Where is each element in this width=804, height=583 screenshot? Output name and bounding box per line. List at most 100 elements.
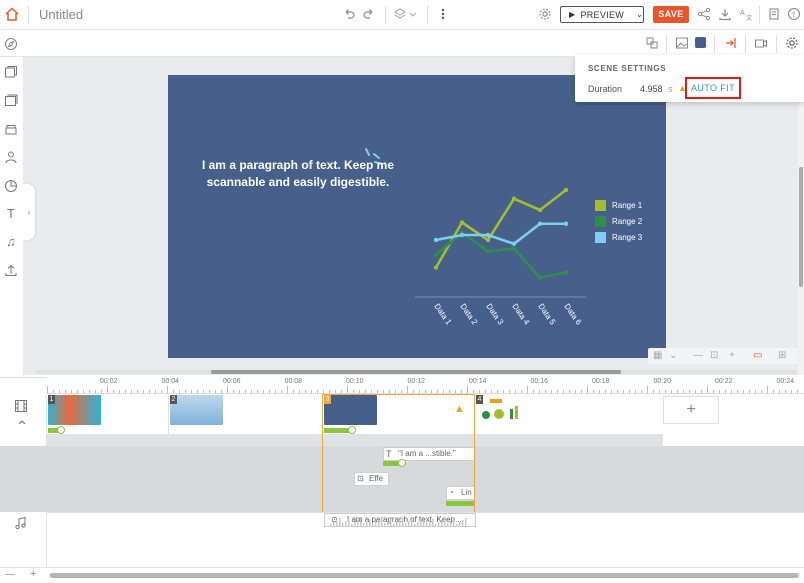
auto-fit-button[interactable]: AUTO FIT bbox=[685, 77, 741, 99]
element-duration-bar[interactable] bbox=[446, 501, 475, 506]
help-icon[interactable]: ? bbox=[787, 7, 801, 21]
grid-lines-icon[interactable]: ⊞ bbox=[778, 350, 792, 362]
upload-icon[interactable] bbox=[4, 263, 18, 277]
zoom-in-icon[interactable]: + bbox=[729, 350, 739, 362]
data-point-2-1[interactable] bbox=[433, 252, 439, 258]
props-icon[interactable] bbox=[4, 122, 18, 136]
background-color-swatch[interactable] bbox=[695, 37, 706, 48]
duration-handle[interactable] bbox=[398, 459, 406, 467]
video-camera-icon[interactable] bbox=[754, 36, 768, 50]
data-point-1-1[interactable] bbox=[433, 265, 439, 270]
scene-thumbnail[interactable] bbox=[324, 395, 377, 425]
horizontal-scrollbar[interactable] bbox=[36, 370, 796, 374]
background-library-icon[interactable] bbox=[4, 65, 18, 79]
ruler-tick bbox=[89, 390, 90, 393]
data-point-2-5[interactable] bbox=[537, 275, 543, 280]
share-icon[interactable] bbox=[697, 7, 711, 21]
ruler-tick bbox=[233, 390, 234, 393]
ruler-tick bbox=[317, 390, 318, 393]
grid-view-icon[interactable]: ▦ bbox=[653, 350, 667, 362]
timeline-scrollbar[interactable] bbox=[50, 573, 800, 578]
effect-element-clip[interactable]: ⊡ Effe bbox=[354, 472, 389, 486]
translate-icon[interactable]: A文 bbox=[739, 7, 753, 21]
ruler-tick bbox=[479, 390, 480, 393]
fit-screen-icon[interactable]: ⊡ bbox=[710, 350, 722, 362]
waveform-bar bbox=[456, 524, 458, 526]
chevron-down-icon[interactable] bbox=[408, 7, 418, 21]
data-point-3-4[interactable] bbox=[511, 241, 517, 246]
add-scene-button[interactable]: + bbox=[663, 396, 719, 424]
preview-button[interactable]: ▶ PREVIEW ⌄ bbox=[560, 6, 644, 23]
notes-icon[interactable] bbox=[767, 7, 781, 21]
crop-icon[interactable] bbox=[645, 36, 659, 50]
safe-area-icon[interactable]: ▭ bbox=[753, 350, 767, 362]
data-point-1-4[interactable] bbox=[511, 196, 517, 201]
chevron-down-icon[interactable]: ⌄ bbox=[669, 350, 679, 362]
image-icon[interactable] bbox=[675, 36, 689, 50]
data-point-3-5[interactable] bbox=[537, 221, 543, 226]
legend-item-2: Range 2 bbox=[595, 213, 642, 229]
ruler-tick bbox=[377, 390, 378, 393]
vertical-scrollbar[interactable] bbox=[798, 57, 804, 375]
data-point-1-5[interactable] bbox=[537, 207, 543, 213]
ruler-label: 00:04 bbox=[161, 378, 180, 385]
ruler-tick bbox=[221, 390, 222, 393]
data-point-1-3[interactable] bbox=[485, 237, 491, 243]
duration-handle[interactable] bbox=[57, 426, 65, 434]
scrollbar-thumb[interactable] bbox=[50, 573, 798, 578]
duration-input[interactable]: 4.958 bbox=[640, 84, 663, 94]
download-icon[interactable] bbox=[718, 7, 732, 21]
data-point-3-1[interactable] bbox=[433, 237, 439, 243]
data-point-3-2[interactable] bbox=[459, 232, 465, 238]
data-point-2-6[interactable] bbox=[563, 270, 569, 275]
ruler-tick bbox=[539, 390, 540, 393]
waveform-bar bbox=[426, 523, 428, 526]
scrollbar-thumb[interactable] bbox=[211, 370, 621, 374]
data-point-3-3[interactable] bbox=[485, 232, 491, 238]
scrollbar-thumb[interactable] bbox=[799, 167, 803, 287]
zoom-out-icon[interactable]: — bbox=[693, 350, 703, 362]
more-vertical-icon[interactable] bbox=[436, 7, 450, 21]
data-point-2-3[interactable] bbox=[485, 249, 491, 254]
waveform-bar bbox=[444, 518, 446, 526]
scene-thumbnail[interactable] bbox=[170, 395, 223, 425]
ruler-tick bbox=[197, 390, 198, 393]
scene-paragraph-text[interactable]: I am a paragraph of text. Keep me scanna… bbox=[198, 157, 398, 191]
save-button[interactable]: SAVE bbox=[653, 6, 689, 23]
charts-icon[interactable] bbox=[4, 179, 18, 193]
line-chart[interactable]: Data 1 Data 2 Data 3 Data 4 Data 5 Data 6 bbox=[410, 140, 610, 340]
waveform-bar bbox=[402, 518, 404, 526]
music-library-icon[interactable]: ♫ bbox=[4, 235, 18, 249]
chart-element-clip[interactable]: ◔ Lin bbox=[446, 486, 475, 500]
data-point-3-6[interactable] bbox=[563, 221, 569, 226]
scene-settings-icon[interactable] bbox=[785, 36, 799, 50]
document-title[interactable]: Untitled bbox=[39, 7, 83, 22]
layers-icon[interactable] bbox=[393, 7, 407, 21]
ruler-label: 00:08 bbox=[284, 378, 303, 385]
ruler-tick bbox=[431, 390, 432, 393]
chevron-up-icon[interactable] bbox=[17, 418, 27, 426]
ruler-tick bbox=[665, 390, 666, 393]
duration-handle[interactable] bbox=[348, 426, 356, 434]
zoom-out-icon[interactable]: — bbox=[5, 569, 15, 580]
settings-icon[interactable] bbox=[538, 7, 552, 21]
compass-icon[interactable] bbox=[4, 37, 18, 51]
redo-icon[interactable] bbox=[362, 7, 376, 21]
home-icon[interactable] bbox=[4, 6, 20, 22]
series-line-1[interactable] bbox=[434, 188, 567, 269]
sidebar-collapse-toggle[interactable]: › bbox=[23, 184, 35, 240]
waveform-bar bbox=[411, 519, 413, 526]
text-element-clip[interactable]: T "I am a ...stible." bbox=[383, 447, 475, 461]
characters-icon[interactable] bbox=[4, 150, 18, 164]
undo-icon[interactable] bbox=[342, 7, 356, 21]
data-point-1-2[interactable] bbox=[459, 220, 465, 225]
transition-icon[interactable] bbox=[724, 36, 738, 50]
zoom-in-icon[interactable]: + bbox=[30, 568, 36, 580]
templates-icon[interactable] bbox=[4, 94, 18, 108]
scene-thumbnail[interactable] bbox=[48, 395, 101, 425]
text-icon[interactable]: T bbox=[4, 207, 18, 221]
data-point-2-4[interactable] bbox=[511, 246, 517, 251]
data-point-1-6[interactable] bbox=[563, 187, 569, 193]
chevron-down-icon[interactable]: ⌄ bbox=[636, 10, 643, 19]
ruler-tick bbox=[737, 390, 738, 393]
